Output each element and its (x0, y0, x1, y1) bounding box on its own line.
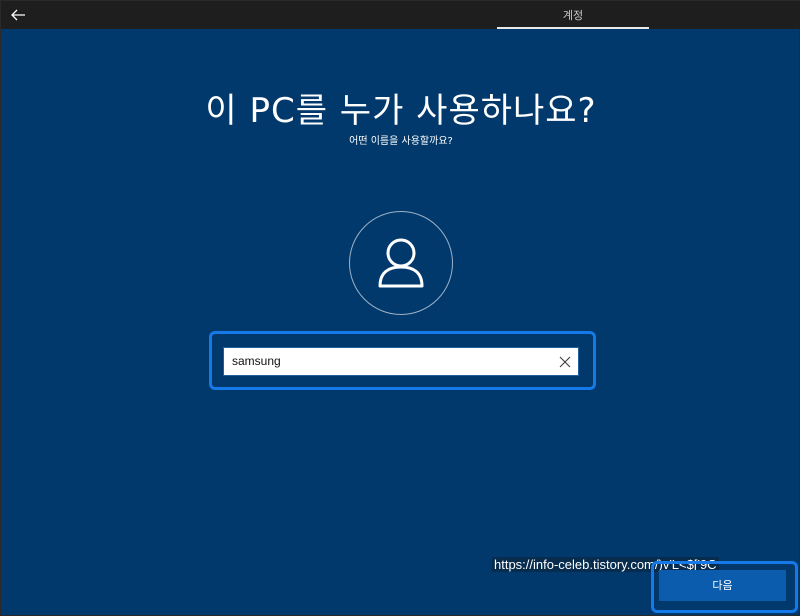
tab-account: 계정 (497, 1, 649, 29)
top-bar: 계정 (1, 1, 800, 29)
clear-input-button[interactable] (558, 354, 572, 368)
page-subtitle: 어떤 이름을 사용할까요? (349, 136, 453, 147)
avatar (349, 211, 453, 315)
tab-underline (497, 27, 649, 29)
name-input[interactable]: samsung (223, 347, 579, 376)
back-button[interactable] (7, 4, 29, 26)
tab-account-label: 계정 (562, 9, 584, 22)
name-input-value: samsung (232, 354, 281, 368)
close-icon (559, 356, 571, 368)
next-button[interactable]: 다음 (659, 570, 786, 601)
oobe-window: 계정 이 PC를 누가 사용하나요? 어떤 이름을 사용할까요? samsung… (0, 0, 800, 616)
page-title: 이 PC를 누가 사용하나요? (205, 91, 597, 131)
user-icon (378, 238, 424, 288)
arrow-left-icon (11, 9, 25, 21)
